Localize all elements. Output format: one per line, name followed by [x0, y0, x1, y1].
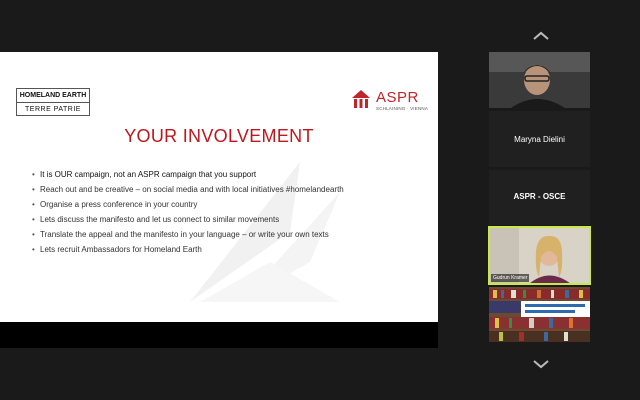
- bullet-item: Organise a press conference in your coun…: [32, 197, 344, 212]
- bullet-item: It is OUR campaign, not an ASPR campaign…: [32, 167, 344, 182]
- bullet-item: Lets discuss the manifesto and let us co…: [32, 212, 344, 227]
- participant-name-tag: Gudrun Kramer: [491, 274, 530, 282]
- chevron-up-icon[interactable]: [532, 30, 550, 42]
- shared-screen: HOMELAND EARTH TERRE PATRIE ASPR SCHLAIN…: [0, 52, 438, 348]
- bullet-item: Reach out and be creative – on social me…: [32, 182, 344, 197]
- participant-tile-aspr-osce[interactable]: ASPR - OSCE: [489, 170, 590, 225]
- participant-video: [489, 287, 590, 342]
- share-bottom-bar: [0, 322, 438, 348]
- homeland-earth-logo: HOMELAND EARTH TERRE PATRIE: [16, 88, 90, 116]
- participant-video-tile[interactable]: [489, 52, 590, 108]
- aspr-logo-mark: [352, 90, 370, 108]
- bullet-list: It is OUR campaign, not an ASPR campaign…: [32, 167, 344, 257]
- bullet-item: Lets recruit Ambassadors for Homeland Ea…: [32, 242, 344, 257]
- presentation-slide: HOMELAND EARTH TERRE PATRIE ASPR SCHLAIN…: [0, 52, 438, 322]
- participant-name: Maryna Dielini: [514, 135, 565, 144]
- chevron-down-icon[interactable]: [532, 358, 550, 370]
- participant-video-tile-active-speaker[interactable]: Gudrun Kramer: [488, 226, 591, 285]
- participant-video: [489, 52, 590, 108]
- bullet-item: Translate the appeal and the manifesto i…: [32, 227, 344, 242]
- slide-title: YOUR INVOLVEMENT: [124, 126, 314, 146]
- participant-tile-maryna[interactable]: Maryna Dielini: [489, 111, 590, 167]
- participant-name: ASPR - OSCE: [513, 192, 566, 201]
- participant-video-tile[interactable]: [489, 287, 590, 342]
- aspr-logo: ASPR SCHLAINING · VIENNA: [350, 88, 428, 114]
